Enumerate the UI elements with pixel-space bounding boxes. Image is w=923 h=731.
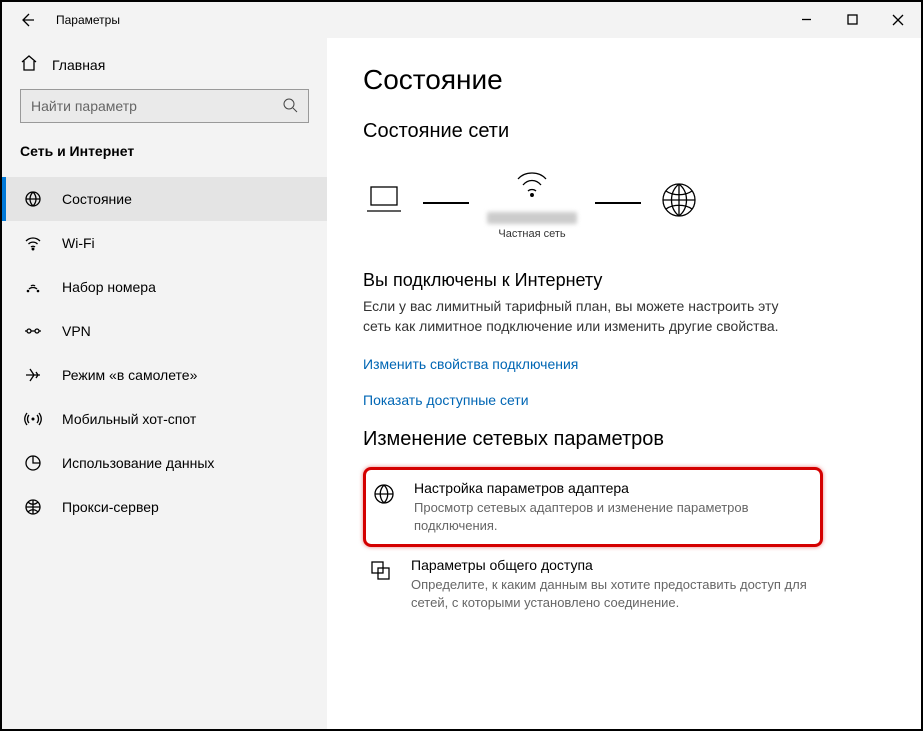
airplane-icon bbox=[24, 366, 42, 384]
option-title: Настройка параметров адаптера bbox=[414, 480, 814, 496]
nav-label: Набор номера bbox=[62, 279, 156, 295]
search-icon bbox=[282, 97, 298, 116]
close-button[interactable] bbox=[875, 2, 921, 37]
link-connection-properties[interactable]: Изменить свойства подключения bbox=[363, 356, 885, 372]
nav-status[interactable]: Состояние bbox=[2, 177, 327, 221]
vpn-icon bbox=[24, 322, 42, 340]
option-sharing-settings[interactable]: Параметры общего доступа Определите, к к… bbox=[363, 547, 823, 621]
globe-grid-icon bbox=[24, 190, 42, 208]
status-heading: Состояние сети bbox=[363, 120, 885, 143]
category-label: Сеть и Интернет bbox=[2, 143, 327, 177]
nav-label: Использование данных bbox=[62, 455, 214, 471]
option-desc: Просмотр сетевых адаптеров и изменение п… bbox=[414, 499, 814, 534]
diagram-connector bbox=[595, 202, 641, 204]
laptop-icon bbox=[363, 183, 405, 222]
network-diagram: Частная сеть bbox=[363, 159, 885, 246]
wifi-icon bbox=[24, 234, 42, 252]
network-type-label: Частная сеть bbox=[498, 228, 565, 240]
option-adapter-settings[interactable]: Настройка параметров адаптера Просмотр с… bbox=[363, 467, 823, 547]
sharing-icon bbox=[369, 557, 395, 588]
nav-vpn[interactable]: VPN bbox=[2, 309, 327, 353]
nav-list: Состояние Wi-Fi Набор номера VPN Режим «… bbox=[2, 177, 327, 529]
nav-proxy[interactable]: Прокси-сервер bbox=[2, 485, 327, 529]
option-desc: Определите, к каким данным вы хотите пре… bbox=[411, 576, 817, 611]
page-title: Состояние bbox=[363, 64, 885, 96]
nav-airplane[interactable]: Режим «в самолете» bbox=[2, 353, 327, 397]
proxy-icon bbox=[24, 498, 42, 516]
content-area: Состояние Состояние сети Частная сеть bbox=[327, 38, 921, 729]
settings-window: Параметры Главная Найти параметр Сеть и … bbox=[0, 0, 923, 731]
dialup-icon bbox=[24, 278, 42, 296]
nav-label: Мобильный хот-спот bbox=[62, 411, 196, 427]
network-name-blurred bbox=[487, 212, 577, 224]
datausage-icon bbox=[24, 454, 42, 472]
adapter-icon bbox=[372, 480, 398, 511]
nav-hotspot[interactable]: Мобильный хот-спот bbox=[2, 397, 327, 441]
wifi-large-icon bbox=[512, 165, 552, 204]
globe-large-icon bbox=[659, 180, 699, 225]
option-title: Параметры общего доступа bbox=[411, 557, 817, 573]
hotspot-icon bbox=[24, 410, 42, 428]
nav-label: Прокси-сервер bbox=[62, 499, 159, 515]
nav-label: Wi-Fi bbox=[62, 235, 95, 251]
search-input[interactable]: Найти параметр bbox=[20, 89, 309, 123]
nav-datausage[interactable]: Использование данных bbox=[2, 441, 327, 485]
home-label: Главная bbox=[52, 57, 105, 73]
home-icon bbox=[20, 54, 38, 75]
maximize-button[interactable] bbox=[829, 2, 875, 37]
back-button[interactable] bbox=[2, 2, 52, 37]
connected-title: Вы подключены к Интернету bbox=[363, 270, 885, 291]
window-title: Параметры bbox=[52, 13, 120, 27]
nav-dialup[interactable]: Набор номера bbox=[2, 265, 327, 309]
titlebar: Параметры bbox=[2, 2, 921, 38]
home-button[interactable]: Главная bbox=[2, 48, 327, 89]
search-placeholder: Найти параметр bbox=[31, 98, 282, 114]
nav-label: Режим «в самолете» bbox=[62, 367, 197, 383]
change-settings-heading: Изменение сетевых параметров bbox=[363, 428, 885, 451]
nav-wifi[interactable]: Wi-Fi bbox=[2, 221, 327, 265]
sidebar: Главная Найти параметр Сеть и Интернет С… bbox=[2, 38, 327, 729]
nav-label: VPN bbox=[62, 323, 91, 339]
link-available-networks[interactable]: Показать доступные сети bbox=[363, 392, 885, 408]
diagram-connector bbox=[423, 202, 469, 204]
connected-description: Если у вас лимитный тарифный план, вы мо… bbox=[363, 297, 793, 336]
nav-label: Состояние bbox=[62, 191, 132, 207]
minimize-button[interactable] bbox=[783, 2, 829, 37]
